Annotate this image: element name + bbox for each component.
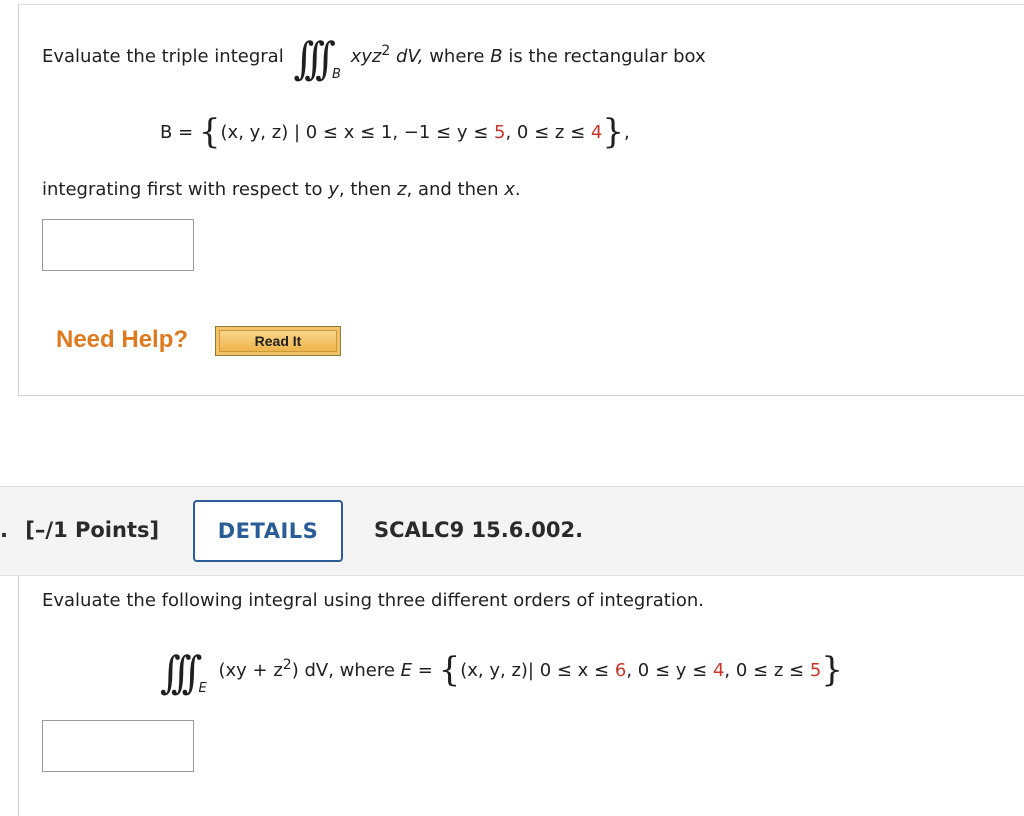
q1-var-z: z	[397, 179, 407, 200]
need-help-label: Need Help?	[56, 326, 189, 353]
q1-region-subscript: B	[331, 67, 341, 82]
left-brace-icon: {	[438, 650, 461, 690]
q1-set-lhs: B =	[160, 122, 194, 143]
q1-set-definition: B = {(x, y, z) | 0 ≤ x ≤ 1, −1 ≤ y ≤ 5, …	[160, 112, 630, 152]
q2-number: .	[0, 518, 8, 542]
q2-points-text: [–/1 Points]	[25, 518, 160, 542]
q1-intro-text: Evaluate the triple integral	[42, 46, 284, 67]
q1-integrand: xyz	[350, 46, 382, 67]
q1-var-y: y	[328, 179, 339, 200]
q2-e-var: E	[400, 660, 413, 681]
read-it-label: Read It	[219, 330, 337, 352]
triple-integral-icon: ∫∫∫	[160, 647, 202, 699]
q1-statement: Evaluate the triple integral ∫∫∫ B xyz2 d…	[42, 33, 706, 85]
q1-exponent: 2	[381, 43, 391, 59]
q2-integral: ∫∫∫ E (xy + z2) dV, where E = {(x, y, z)|…	[160, 647, 843, 699]
q1-var-x: x	[504, 179, 515, 200]
q2-eq: =	[412, 660, 433, 681]
left-brace-icon: {	[198, 112, 221, 152]
q2-exponent: 2	[282, 657, 292, 673]
q1-y-upper: 5	[494, 122, 506, 143]
q1-answer-input[interactable]	[42, 219, 194, 271]
q1-set-vars: (x, y, z) | 0 ≤ x ≤ 1, −1 ≤ y ≤	[220, 122, 489, 143]
q1-where: where	[429, 46, 485, 67]
q1-b-var: B	[490, 46, 503, 67]
q2-set-mid2: , 0 ≤ z ≤	[724, 660, 805, 681]
q2-region-subscript: E	[198, 681, 207, 696]
q2-integrand-end: ) dV, where	[291, 660, 395, 681]
q1-order-text: integrating first with respect to y, the…	[42, 179, 521, 200]
right-brace-icon: }	[602, 112, 624, 152]
q2-code: SCALC9 15.6.002.	[374, 518, 584, 542]
q2-answer-input[interactable]	[42, 720, 194, 772]
triple-integral-icon: ∫∫∫	[293, 33, 335, 85]
q1-box-text: is the rectangular box	[508, 46, 706, 67]
q1-period: .	[514, 179, 521, 200]
read-it-button[interactable]: Read It	[215, 326, 341, 356]
q1-z-upper: 4	[590, 122, 603, 143]
q1-then: , then	[338, 179, 392, 200]
q2-set-vars: (x, y, z)| 0 ≤ x ≤	[460, 660, 610, 681]
q2-x-upper: 6	[614, 660, 627, 681]
q2-integrand: (xy + z	[218, 660, 283, 681]
right-brace-icon: }	[821, 650, 843, 690]
q1-order-pre: integrating first with respect to	[42, 179, 323, 200]
q2-points: . [–/1 Points]	[0, 518, 159, 542]
q2-set-mid1: , 0 ≤ y ≤	[626, 660, 708, 681]
q2-y-upper: 4	[712, 660, 725, 681]
q2-prompt: Evaluate the following integral using th…	[42, 590, 704, 611]
q1-dv: dV,	[396, 46, 424, 67]
q1-set-mid: , 0 ≤ z ≤	[505, 122, 586, 143]
q1-and-then: , and then	[406, 179, 499, 200]
q1-set-end: ,	[624, 122, 630, 143]
details-button[interactable]: DETAILS	[193, 500, 343, 562]
q2-z-upper: 5	[809, 660, 822, 681]
